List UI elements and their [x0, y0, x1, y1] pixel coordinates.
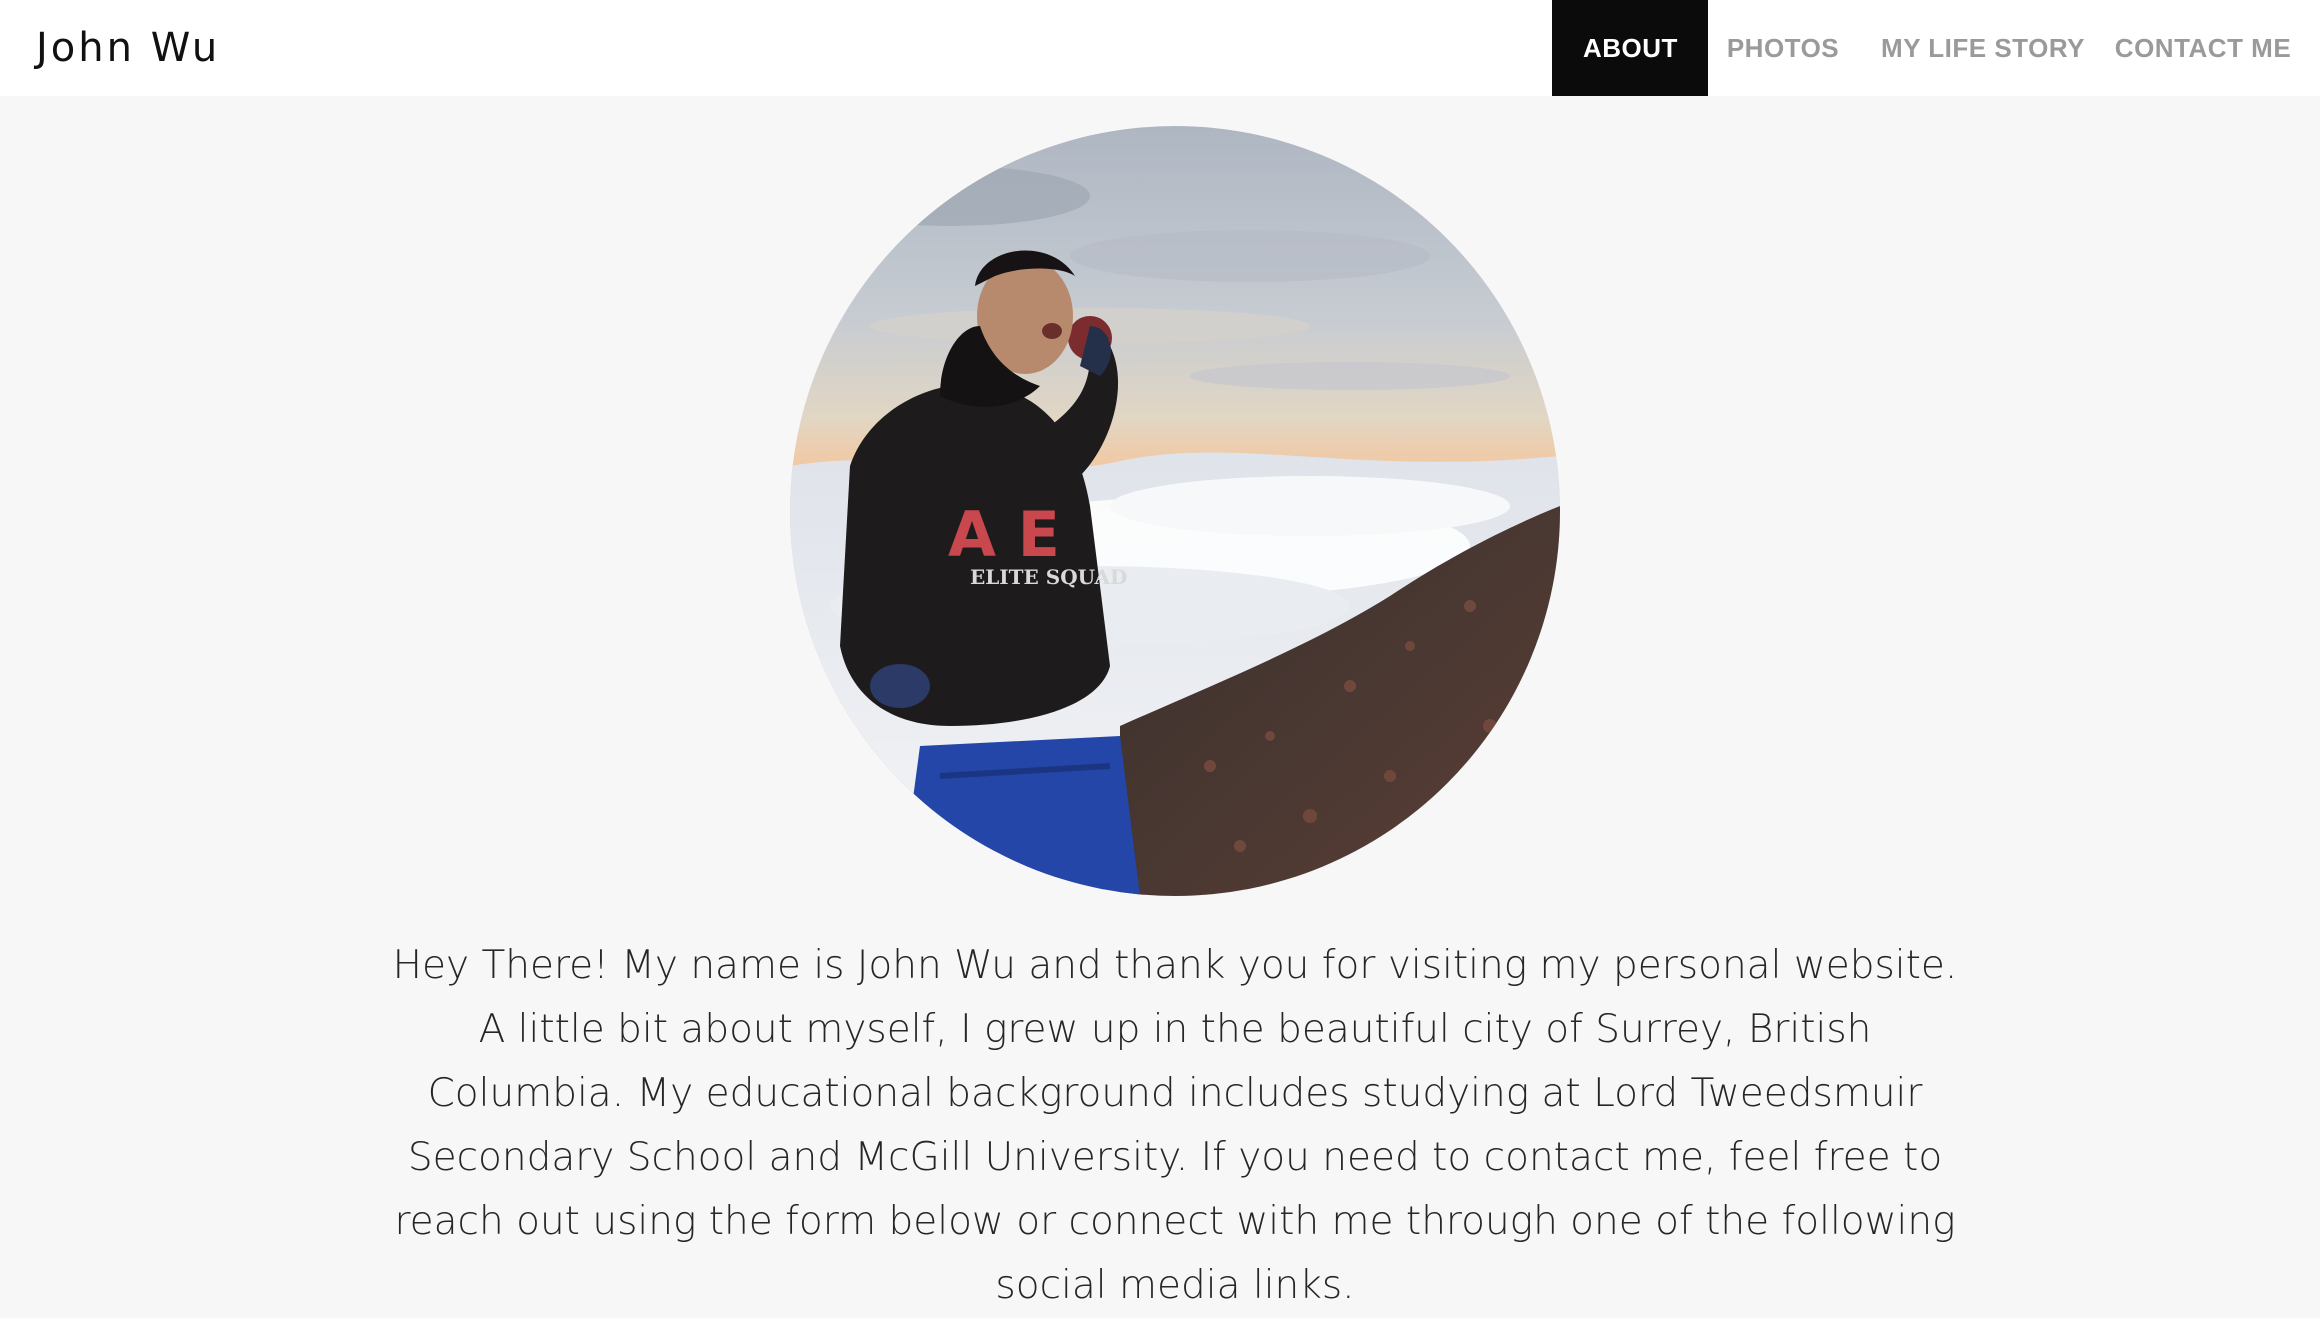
nav-tab-photos[interactable]: PHOTOS: [1708, 0, 1858, 96]
nav-tab-about[interactable]: ABOUT: [1552, 0, 1708, 96]
nav-tab-my-life-story[interactable]: MY LIFE STORY: [1858, 0, 2108, 96]
shirt-logo-text: ELITE SQUAD: [970, 565, 1127, 589]
top-nav-bar: John Wu ABOUT PHOTOS MY LIFE STORY CONTA…: [0, 0, 2320, 96]
profile-photo-illustration: A E ELITE SQUAD: [790, 126, 1560, 896]
shirt-logo-letters: A E: [948, 498, 1060, 571]
about-bio-text: Hey There! My name is John Wu and thank …: [392, 943, 1958, 1308]
main-nav: ABOUT PHOTOS MY LIFE STORY CONTACT ME: [1552, 0, 2320, 96]
site-brand[interactable]: John Wu: [36, 0, 220, 96]
profile-photo: A E ELITE SQUAD: [790, 126, 1560, 896]
nav-tab-contact-me[interactable]: CONTACT ME: [2108, 0, 2320, 96]
